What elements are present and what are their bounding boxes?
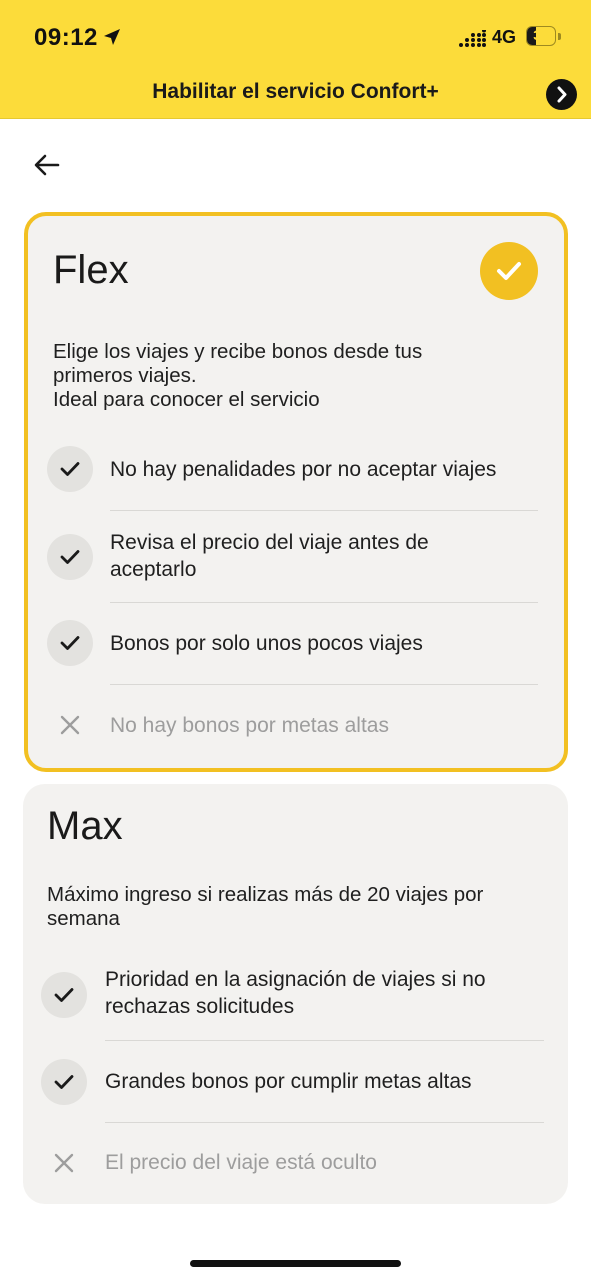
check-icon [47,446,93,492]
feature-text: Prioridad en la asignación de viajes si … [105,966,486,1020]
check-icon [497,262,521,280]
plan-title: Flex [53,248,129,292]
arrow-left-icon [34,154,60,176]
description-line: semana [47,907,120,930]
divider [110,602,538,603]
plan-card-max[interactable]: Max Máximo ingreso si realizas más de 20… [23,784,568,1204]
x-icon [54,1153,74,1173]
feature-line: aceptarlo [110,558,197,581]
feature-text: Grandes bonos por cumplir metas altas [105,1070,472,1093]
battery-level: 32 [533,27,549,43]
feature-text: No hay penalidades por no aceptar viajes [110,458,497,481]
feature-text: No hay bonos por metas altas [110,714,389,737]
description-line: Elige los viajes y recibe bonos desde tu… [53,340,423,363]
chevron-right-icon [557,86,567,103]
top-bar: 09:12 4G 32 Habilitar el servicio Confor… [0,0,591,119]
network-type: 4G [492,27,517,47]
location-arrow-icon [104,29,120,45]
check-icon [41,1059,87,1105]
plan-description: Máximo ingreso si realizas más de 20 via… [47,883,483,931]
battery-nub [558,33,561,40]
back-button[interactable] [30,148,64,182]
banner-next-button[interactable] [546,79,577,110]
selected-check-button[interactable] [480,242,538,300]
plan-title: Max [47,804,123,848]
battery-icon: 32 [526,26,556,46]
divider [105,1040,544,1041]
check-icon [47,620,93,666]
feature-line: Prioridad en la asignación de viajes si … [105,968,486,991]
x-icon [60,715,80,735]
check-icon [47,534,93,580]
feature-line: Revisa el precio del viaje antes de [110,531,429,554]
divider [110,510,538,511]
feature-line: rechazas solicitudes [105,995,295,1018]
plan-card-flex[interactable]: Flex Elige los viajes y recibe bonos des… [24,212,568,772]
status-time: 09:12 [34,24,98,51]
feature-text: Bonos por solo unos pocos viajes [110,632,423,655]
description-line: primeros viajes. [53,364,197,387]
check-icon [41,972,87,1018]
feature-text: El precio del viaje está oculto [105,1151,377,1174]
signal-icon [459,30,486,47]
description-line: Máximo ingreso si realizas más de 20 via… [47,883,484,906]
description-line: Ideal para conocer el servicio [53,388,320,411]
plan-description: Elige los viajes y recibe bonos desde tu… [53,340,422,412]
divider [110,684,538,685]
feature-text: Revisa el precio del viaje antes de acep… [110,529,429,583]
divider [105,1122,544,1123]
home-indicator[interactable] [190,1260,401,1267]
banner-title[interactable]: Habilitar el servicio Confort+ [0,80,591,104]
